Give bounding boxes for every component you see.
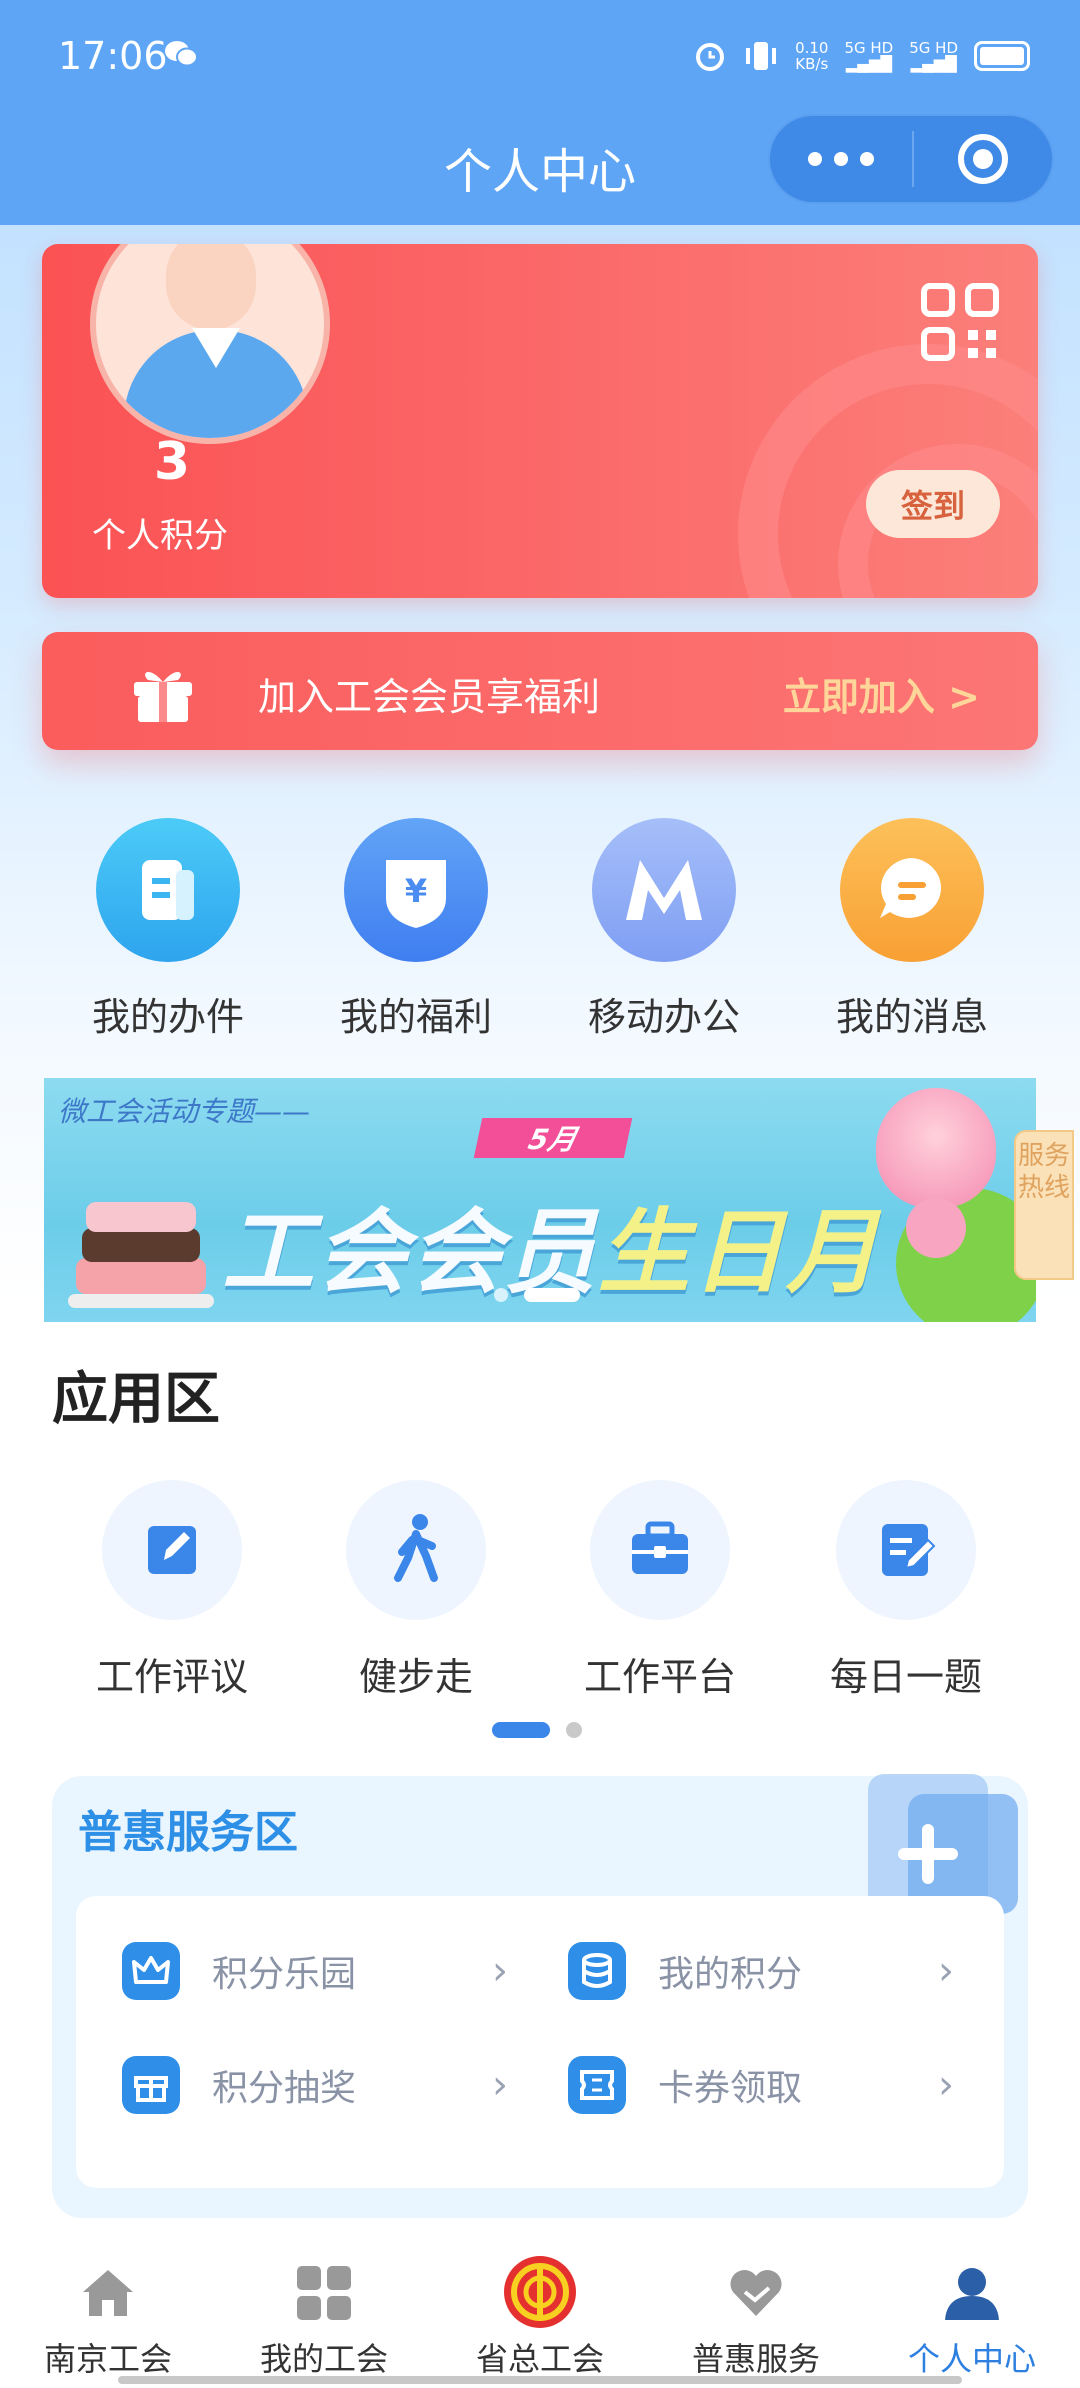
benefit-points-park[interactable]: 积分乐园 ›: [122, 1936, 522, 2006]
points-value[interactable]: 3: [142, 432, 202, 492]
points-label: 个人积分: [92, 516, 228, 556]
walking-icon: [346, 1480, 486, 1620]
quick-my-benefits[interactable]: ¥ 我的福利: [316, 818, 516, 1041]
gift-icon: [134, 671, 192, 722]
quick-mobile-office[interactable]: 移动办公: [564, 818, 764, 1041]
promo-month: 5月: [473, 1118, 633, 1158]
ticket-icon: [568, 2056, 626, 2114]
benefits-title: 普惠服务区: [78, 1807, 298, 1858]
qr-code-icon[interactable]: [920, 282, 1000, 362]
sim1-signal: 5G HD ▂▄▆█: [844, 39, 894, 73]
app-label: 健步走: [358, 1655, 473, 1699]
profile-card: 3 个人积分 签到: [42, 244, 1038, 598]
quiz-icon: [836, 1480, 976, 1620]
apps-pagination: [492, 1722, 582, 1738]
service-hotline-button[interactable]: 服务热线: [1014, 1130, 1074, 1280]
top-bar: 17:06 0.10 KB/s 5G HD ▂▄▆█ 5G HD ▂▄▆█ 个人…: [0, 0, 1080, 225]
net-speed: 0.10 KB/s: [795, 39, 829, 73]
banner-pagination: [494, 1288, 580, 1302]
more-button[interactable]: [770, 152, 912, 166]
benefit-points-lottery[interactable]: 积分抽奖 ›: [122, 2050, 522, 2120]
benefits-list: 积分乐园 › 我的积分 › 积分抽奖 › 卡券领取 ›: [76, 1896, 1004, 2188]
gift-icon: [122, 2056, 180, 2114]
tulip-illustration: [876, 1088, 996, 1208]
quick-label: 我的消息: [835, 995, 988, 1039]
coins-icon: [568, 1942, 626, 2000]
quick-actions: 我的办件 ¥ 我的福利 移动办公 我的消息: [0, 818, 1080, 1041]
heart-hand-icon: [730, 2269, 782, 2316]
tab-my-union[interactable]: 我的工会: [216, 2234, 432, 2388]
app-label: 工作评议: [95, 1655, 248, 1699]
promo-subtitle: 微工会活动专题——: [58, 1095, 311, 1128]
promo-banner[interactable]: 微工会活动专题—— 5月 工会会员生日月: [44, 1078, 1036, 1322]
close-miniprogram-button[interactable]: [914, 134, 1052, 184]
union-emblem-icon: [504, 2256, 576, 2328]
join-union-banner[interactable]: 加入工会会员享福利 立即加入 >: [42, 632, 1038, 750]
document-icon: [96, 818, 240, 962]
apps-section-title: 应用区: [52, 1367, 220, 1432]
quick-label: 移动办公: [587, 995, 740, 1039]
tab-personal-center[interactable]: 个人中心: [864, 2234, 1080, 2388]
tab-provincial-union[interactable]: 省总工会: [432, 2234, 648, 2388]
app-work-platform[interactable]: 工作平台: [550, 1480, 770, 1701]
tab-nanjing-union[interactable]: 南京工会: [0, 2234, 216, 2388]
home-icon: [83, 2270, 133, 2316]
benefit-coupons[interactable]: 卡券领取 ›: [568, 2050, 968, 2120]
app-daily-question[interactable]: 每日一题: [796, 1480, 1016, 1701]
bottom-tab-bar: 南京工会 我的工会 省总工会 普惠服务 个人中心: [0, 2234, 1080, 2388]
person-icon: [945, 2268, 999, 2320]
vibrate-icon: [746, 42, 777, 70]
m-logo-icon: [592, 818, 736, 962]
join-text: 加入工会会员享福利: [258, 675, 601, 719]
crown-icon: [122, 1942, 180, 2000]
chevron-right-icon: ›: [492, 1948, 508, 1994]
app-label: 每日一题: [829, 1655, 982, 1699]
app-work-review[interactable]: 工作评议: [62, 1480, 282, 1701]
tab-benefit-services[interactable]: 普惠服务: [648, 2234, 864, 2388]
chevron-right-icon: ›: [938, 1948, 954, 1994]
target-icon: [958, 134, 1008, 184]
benefit-my-points[interactable]: 我的积分 ›: [568, 1936, 968, 2006]
edit-icon: [102, 1480, 242, 1620]
home-indicator[interactable]: [118, 2376, 962, 2384]
cake-illustration: [68, 1198, 214, 1308]
quick-my-messages[interactable]: 我的消息: [812, 818, 1012, 1041]
benefit-card-decoration: [848, 1774, 1018, 1914]
briefcase-icon: [590, 1480, 730, 1620]
message-icon: [840, 818, 984, 962]
chevron-right-icon: ›: [492, 2062, 508, 2108]
battery-icon: [974, 41, 1030, 71]
grid-icon: [297, 2266, 351, 2320]
quick-label: 我的福利: [339, 995, 492, 1039]
quick-label: 我的办件: [91, 995, 244, 1039]
avatar[interactable]: [90, 244, 330, 444]
alarm-icon: [696, 43, 725, 71]
quick-my-cases[interactable]: 我的办件: [68, 818, 268, 1041]
wechat-icon: [165, 41, 198, 67]
status-icons: 0.10 KB/s 5G HD ▂▄▆█ 5G HD ▂▄▆█: [693, 36, 1030, 76]
mini-program-capsule: [768, 114, 1054, 204]
status-time: 17:06: [58, 34, 168, 78]
benefits-section: 普惠服务区 积分乐园 › 我的积分 › 积分抽奖 › 卡券领取 ›: [52, 1774, 1028, 2218]
checkin-button[interactable]: 签到: [866, 470, 1000, 538]
shield-yen-icon: ¥: [344, 818, 488, 962]
app-walking[interactable]: 健步走: [306, 1480, 526, 1701]
chevron-right-icon: ›: [938, 2062, 954, 2108]
sim2-signal: 5G HD ▂▄▆█: [909, 39, 958, 73]
app-label: 工作平台: [583, 1655, 736, 1699]
svg-text:¥: ¥: [405, 872, 427, 910]
join-now-link[interactable]: 立即加入 >: [783, 666, 980, 721]
